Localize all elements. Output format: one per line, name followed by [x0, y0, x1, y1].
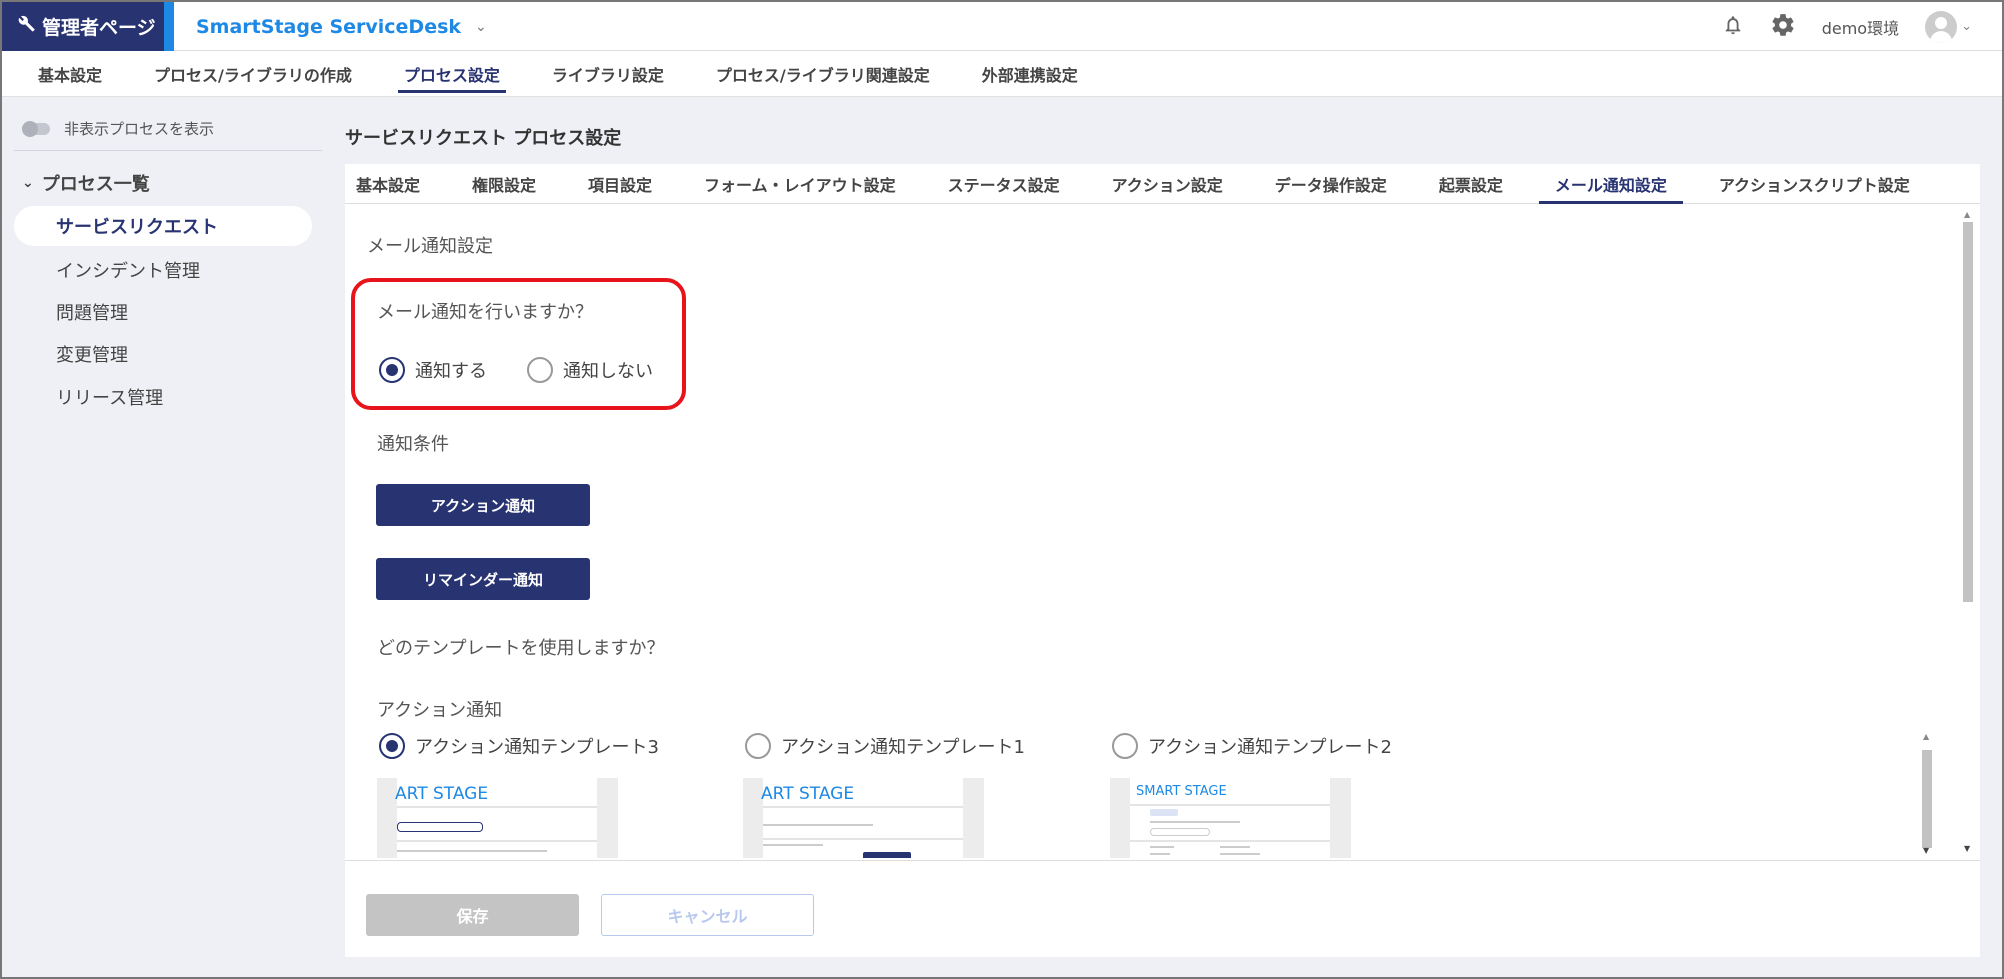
reminder-notify-button[interactable]: リマインダー通知 — [376, 558, 590, 600]
chevron-down-icon: ⌄ — [22, 175, 34, 191]
gear-icon[interactable] — [1770, 12, 1796, 42]
sidebar-item-problem[interactable]: 問題管理 — [14, 292, 312, 332]
admin-page-badge[interactable]: 管理者ページ — [2, 2, 164, 51]
process-list-group[interactable]: ⌄ プロセス一覧 — [22, 170, 150, 196]
template-1-option[interactable]: アクション通知テンプレート1 — [745, 733, 1025, 759]
radio-no-notify[interactable]: 通知しない — [527, 357, 653, 383]
preview-logo: ART STAGE — [395, 784, 489, 804]
toggle-switch[interactable] — [22, 120, 50, 137]
environment-label: demo環境 — [1821, 18, 1900, 38]
scroll-down-icon[interactable]: ▼ — [1964, 844, 1970, 853]
tab-fields[interactable]: 項目設定 — [562, 164, 678, 203]
chevron-down-icon: ⌄ — [1961, 19, 1972, 34]
scrollbar-thumb[interactable] — [1963, 222, 1973, 602]
template-question: どのテンプレートを使用しますか？ — [377, 638, 665, 659]
conditions-label: 通知条件 — [377, 434, 449, 455]
tab-status[interactable]: ステータス設定 — [922, 164, 1086, 203]
save-button[interactable]: 保存 — [366, 894, 579, 936]
sidebar-item-incident[interactable]: インシデント管理 — [14, 250, 312, 290]
nav-library-settings[interactable]: ライブラリ設定 — [526, 52, 690, 97]
scroll-up-icon[interactable]: ▲ — [1923, 732, 1929, 741]
toggle-label: 非表示プロセスを表示 — [64, 120, 215, 138]
nav-external-settings[interactable]: 外部連携設定 — [956, 52, 1104, 97]
nav-related-settings[interactable]: プロセス/ライブラリ関連設定 — [690, 52, 956, 97]
nav-basic-settings[interactable]: 基本設定 — [34, 52, 128, 97]
admin-page-label: 管理者ページ — [42, 17, 156, 39]
radio-no-notify-label: 通知しない — [563, 361, 653, 382]
nav-process-library-create[interactable]: プロセス/ライブラリの作成 — [128, 52, 378, 97]
scroll-down-icon[interactable]: ▼ — [1923, 846, 1929, 855]
template-3-label: アクション通知テンプレート3 — [415, 737, 660, 758]
template-2-radio[interactable] — [1112, 733, 1138, 759]
main-nav: 基本設定 プロセス/ライブラリの作成 プロセス設定 ライブラリ設定 プロセス/ラ… — [2, 52, 2002, 97]
sidebar-item-service-request[interactable]: サービスリクエスト — [14, 206, 312, 246]
tab-permission[interactable]: 権限設定 — [446, 164, 562, 203]
tab-ticket-creation[interactable]: 起票設定 — [1413, 164, 1529, 203]
preview-logo: ART STAGE — [761, 784, 855, 804]
app-title: SmartStage ServiceDesk — [196, 15, 462, 38]
template-3-radio[interactable] — [379, 733, 405, 759]
action-notify-button[interactable]: アクション通知 — [376, 484, 590, 526]
app-switcher[interactable]: SmartStage ServiceDesk ⌄ — [196, 2, 487, 51]
radio-no-notify-off[interactable] — [527, 357, 553, 383]
template-scrollbar[interactable]: ▲ ▼ — [1920, 730, 1934, 858]
mail-question: メール通知を行いますか？ — [377, 302, 593, 323]
template-scrollbar-thumb[interactable] — [1922, 750, 1932, 848]
tab-action-script[interactable]: アクションスクリプト設定 — [1693, 164, 1936, 203]
template-1-radio[interactable] — [745, 733, 771, 759]
template-2-preview[interactable]: SMART STAGE — [1110, 778, 1351, 858]
template-3-preview[interactable]: ART STAGE — [377, 778, 618, 858]
footer-divider — [345, 860, 1980, 861]
radio-notify[interactable]: 通知する — [379, 357, 487, 383]
tab-mail-notification[interactable]: メール通知設定 — [1529, 164, 1693, 204]
top-header: 管理者ページ SmartStage ServiceDesk ⌄ demo環境 ⌄ — [2, 2, 2002, 51]
template-3-option[interactable]: アクション通知テンプレート3 — [379, 733, 659, 759]
wrench-icon — [18, 15, 36, 38]
sidebar-item-release[interactable]: リリース管理 — [14, 377, 312, 417]
action-notice-label: アクション通知 — [377, 700, 503, 721]
page-title: サービスリクエスト プロセス設定 — [345, 128, 622, 149]
bell-icon[interactable] — [1722, 13, 1744, 41]
radio-notify-label: 通知する — [415, 361, 487, 382]
chevron-down-icon: ⌄ — [475, 18, 487, 35]
sidebar-divider — [14, 150, 322, 151]
template-1-label: アクション通知テンプレート1 — [781, 737, 1026, 758]
cancel-button[interactable]: キャンセル — [601, 894, 814, 936]
scroll-up-icon[interactable]: ▲ — [1964, 210, 1970, 219]
tab-basic[interactable]: 基本設定 — [345, 164, 446, 203]
tab-data-operation[interactable]: データ操作設定 — [1249, 164, 1413, 203]
template-2-option[interactable]: アクション通知テンプレート2 — [1112, 733, 1392, 759]
vertical-scrollbar[interactable]: ▲ ▼ — [1960, 208, 1976, 858]
sidebar-item-change[interactable]: 変更管理 — [14, 334, 312, 374]
template-1-preview[interactable]: ART STAGE — [743, 778, 984, 858]
tab-form-layout[interactable]: フォーム・レイアウト設定 — [678, 164, 922, 203]
radio-notify-on[interactable] — [379, 357, 405, 383]
mail-section-title: メール通知設定 — [367, 236, 493, 257]
process-list-title: プロセス一覧 — [41, 174, 150, 195]
preview-logo: SMART STAGE — [1136, 784, 1227, 799]
hidden-process-toggle-row[interactable]: 非表示プロセスを表示 — [22, 118, 214, 139]
tab-action[interactable]: アクション設定 — [1086, 164, 1249, 203]
accent-stripe — [164, 2, 174, 51]
settings-tabs: 基本設定 権限設定 項目設定 フォーム・レイアウト設定 ステータス設定 アクショ… — [345, 164, 1980, 204]
user-menu[interactable]: ⌄ — [1925, 10, 1972, 43]
avatar — [1925, 10, 1958, 43]
nav-process-settings[interactable]: プロセス設定 — [378, 52, 526, 97]
template-2-label: アクション通知テンプレート2 — [1148, 737, 1393, 758]
